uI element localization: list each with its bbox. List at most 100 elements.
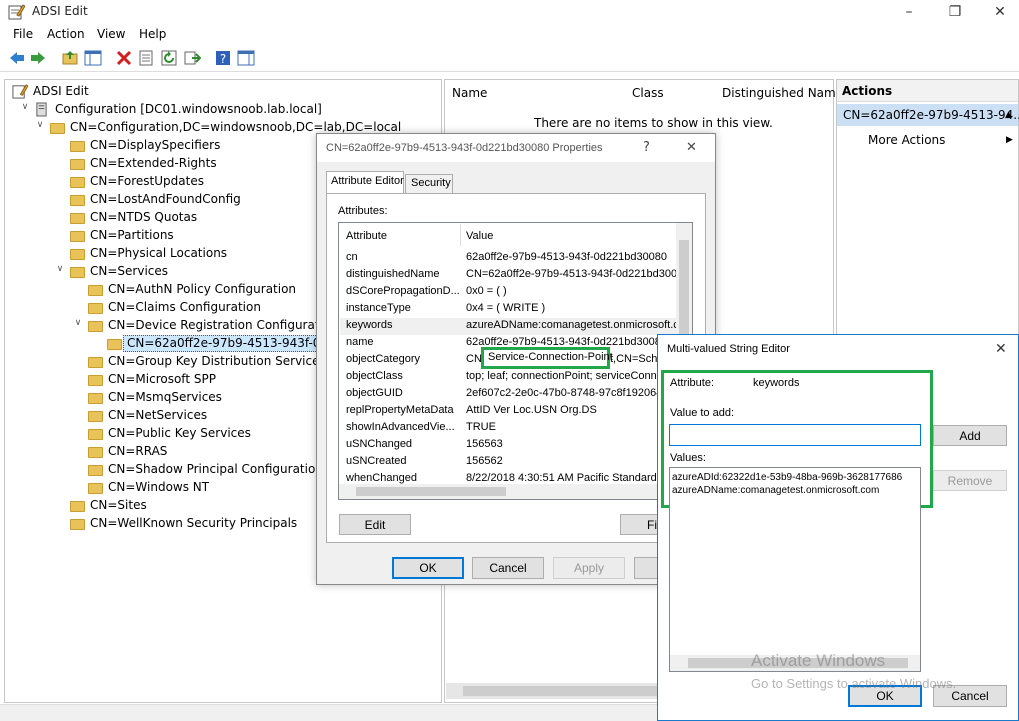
tree-item[interactable]: CN=Partitions [90, 228, 174, 242]
mv-value-item[interactable]: azureADId:62322d1e-53b9-48ba-969b-362817… [672, 472, 918, 483]
attr-value[interactable]: TRUE [466, 421, 676, 433]
properties-apply-button[interactable]: Apply [553, 557, 625, 579]
more-actions-link[interactable]: More Actions [868, 133, 945, 147]
tree-item[interactable]: CN=Device Registration Configuration [108, 318, 338, 332]
tree-item[interactable]: ADSI Edit [33, 84, 89, 98]
tree-item[interactable]: CN=Physical Locations [90, 246, 227, 260]
refresh-icon[interactable] [160, 49, 178, 67]
attr-name[interactable]: replPropertyMetaData [346, 404, 454, 416]
tree-item[interactable]: CN=Shadow Principal Configuration [108, 462, 323, 476]
minimize-button[interactable]: – [887, 2, 931, 22]
help-icon[interactable]: ? [214, 49, 232, 67]
properties-close-button[interactable]: ✕ [686, 140, 697, 155]
tree-item[interactable]: CN=Extended-Rights [90, 156, 217, 170]
mv-close-button[interactable]: ✕ [995, 341, 1007, 357]
attr-name[interactable]: whenChanged [346, 472, 417, 484]
tree-item[interactable]: CN=ForestUpdates [90, 174, 204, 188]
tree-item[interactable]: CN=NetServices [108, 408, 207, 422]
properties-help-button[interactable]: ? [643, 140, 650, 155]
forward-arrow-icon[interactable] [29, 49, 47, 67]
attr-name[interactable]: distinguishedName [346, 268, 440, 280]
tree-item[interactable]: CN=Microsoft SPP [108, 372, 216, 386]
close-window-button[interactable]: ✕ [978, 2, 1019, 22]
attr-name[interactable]: objectClass [346, 370, 403, 382]
menu-action[interactable]: Action [47, 27, 85, 41]
attr-value[interactable]: 62a0ff2e-97b9-4513-943f-0d221bd30080 [466, 251, 676, 263]
tree-expand-caret-icon[interactable]: ∨ [20, 102, 30, 112]
attr-value[interactable]: 0x0 = ( ) [466, 285, 676, 297]
attr-value[interactable]: AttID Ver Loc.USN Org.DS [466, 404, 676, 416]
column-header-class[interactable]: Class [632, 86, 664, 100]
delete-icon[interactable] [115, 49, 133, 67]
attr-col-attribute[interactable]: Attribute [346, 230, 387, 242]
properties-cancel-button[interactable]: Cancel [472, 557, 544, 579]
mv-value-input[interactable] [669, 424, 921, 446]
tree-item[interactable]: CN=Claims Configuration [108, 300, 261, 314]
edit-button[interactable]: Edit [339, 514, 411, 535]
folder-icon [70, 519, 85, 530]
attr-value[interactable]: 156562 [466, 455, 676, 467]
tree-item[interactable]: CN=DisplaySpecifiers [90, 138, 220, 152]
tree-item[interactable]: CN=Group Key Distribution Service [108, 354, 320, 368]
action-pane-icon[interactable] [237, 49, 255, 67]
attr-value[interactable]: top; leaf; connectionPoint; serviceConne [466, 370, 676, 382]
results-scroll-thumb[interactable] [463, 686, 663, 696]
mv-values-listbox[interactable] [669, 467, 921, 672]
collapse-arrow-icon[interactable]: ▲ [1005, 110, 1012, 120]
attr-value[interactable]: 2ef607c2-2e0c-47b0-8748-97c8f192064 [466, 387, 676, 399]
properties-icon[interactable] [137, 49, 155, 67]
status-bar [0, 704, 657, 721]
attr-value[interactable]: 156563 [466, 438, 676, 450]
attr-value[interactable]: 0x4 = ( WRITE ) [466, 302, 676, 314]
tree-item[interactable]: CN=MsmqServices [108, 390, 222, 404]
menu-help[interactable]: Help [139, 27, 166, 41]
up-folder-icon[interactable] [61, 49, 79, 67]
adsi-edit-app-icon [8, 4, 25, 20]
attr-name[interactable]: objectGUID [346, 387, 403, 399]
properties-help-bottom-button[interactable] [634, 557, 658, 579]
tree-expand-caret-icon[interactable]: ∨ [73, 318, 83, 328]
attr-name[interactable]: name [346, 336, 374, 348]
menu-file[interactable]: File [13, 27, 33, 41]
attr-value[interactable]: 8/22/2018 4:30:51 AM Pacific Standard [466, 472, 676, 484]
mv-value-item[interactable]: azureADName:comanagetest.onmicrosoft.com [672, 485, 879, 496]
tree-expand-caret-icon[interactable]: ∨ [35, 120, 45, 130]
tree-item[interactable]: CN=Sites [90, 498, 147, 512]
tree-item[interactable]: CN=RRAS [108, 444, 167, 458]
tree-expand-caret-icon[interactable]: ∨ [55, 264, 65, 274]
tree-item[interactable]: Configuration [DC01.windowsnoob.lab.loca… [55, 102, 322, 116]
attr-name[interactable]: uSNChanged [346, 438, 412, 450]
attr-hscroll-thumb[interactable] [356, 487, 506, 496]
attr-name[interactable]: keywords [346, 319, 392, 331]
more-actions-arrow-icon: ▶ [1006, 135, 1013, 145]
restore-button[interactable]: ❐ [933, 2, 977, 22]
tree-item[interactable]: CN=WellKnown Security Principals [90, 516, 297, 530]
attr-name[interactable]: objectCategory [346, 353, 420, 365]
show-hide-tree-icon[interactable] [84, 49, 102, 67]
tree-item[interactable]: CN=Windows NT [108, 480, 209, 494]
tree-item[interactable]: CN=Services [90, 264, 168, 278]
attr-name[interactable]: showInAdvancedVie... [346, 421, 455, 433]
mv-remove-button[interactable]: Remove [933, 470, 1007, 491]
tree-item[interactable]: CN=Public Key Services [108, 426, 251, 440]
export-list-icon[interactable] [183, 49, 201, 67]
tree-item[interactable]: CN=Configuration,DC=windowsnoob,DC=lab,D… [70, 120, 401, 134]
attr-name[interactable]: dSCorePropagationD... [346, 285, 460, 297]
properties-ok-button[interactable]: OK [392, 557, 464, 579]
attr-name[interactable]: instanceType [346, 302, 411, 314]
attr-value[interactable]: azureADName:comanagetest.onmicrosoft.co [466, 319, 676, 331]
attr-col-value[interactable]: Value [466, 230, 493, 242]
mv-attribute-value: keywords [753, 377, 800, 389]
filter-button[interactable]: Filter [620, 514, 660, 535]
column-header-name[interactable]: Name [452, 86, 487, 100]
menu-view[interactable]: View [97, 27, 125, 41]
attr-name[interactable]: cn [346, 251, 358, 263]
attr-name[interactable]: uSNCreated [346, 455, 407, 467]
attr-value[interactable]: CN=62a0ff2e-97b9-4513-943f-0d221bd3008 [466, 268, 676, 280]
back-arrow-icon[interactable] [8, 49, 26, 67]
column-header-dn[interactable]: Distinguished Name [722, 86, 843, 100]
tree-item[interactable]: CN=LostAndFoundConfig [90, 192, 241, 206]
mv-add-button[interactable]: Add [933, 425, 1007, 446]
tree-item[interactable]: CN=AuthN Policy Configuration [108, 282, 296, 296]
tree-item[interactable]: CN=NTDS Quotas [90, 210, 197, 224]
